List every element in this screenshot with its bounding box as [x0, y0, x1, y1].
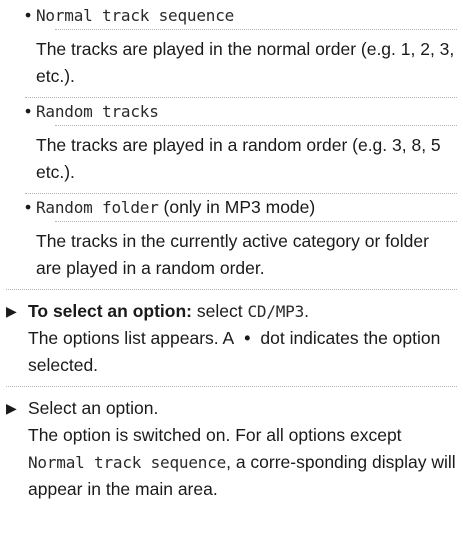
instruction-step-2: ▶ Select an option. The option is switch…	[6, 395, 457, 503]
option-description: The tracks are played in the normal orde…	[36, 39, 455, 86]
step-heading: To select an option:	[28, 301, 192, 321]
separator	[55, 29, 457, 30]
arrow-icon: ▶	[6, 400, 17, 416]
option-description: The tracks in the currently active categ…	[36, 231, 429, 278]
instruction-step-1: ▶ To select an option: select CD/MP3. Th…	[6, 298, 457, 379]
separator	[55, 125, 457, 126]
option-item-random-tracks: • Random tracks The tracks are played in…	[6, 98, 457, 186]
separator	[6, 386, 457, 387]
option-item-normal: • Normal track sequence The tracks are p…	[6, 2, 457, 90]
bullet-icon: •	[25, 101, 32, 121]
bullet-icon: •	[25, 197, 32, 217]
selection-dot-icon: •	[244, 328, 251, 348]
separator	[55, 221, 457, 222]
step-text: Select an option.	[28, 398, 159, 418]
manual-page: • Normal track sequence The tracks are p…	[0, 0, 463, 544]
menu-item-normal-track-sequence: Normal track sequence	[28, 453, 227, 472]
separator	[6, 289, 457, 290]
option-note: (only in MP3 mode)	[158, 197, 316, 217]
arrow-icon: ▶	[6, 303, 17, 319]
option-name: Normal track sequence	[36, 6, 235, 25]
option-name: Random tracks	[36, 102, 159, 121]
menu-item-cd-mp3: CD/MP3	[247, 302, 305, 321]
option-item-random-folder: • Random folder (only in MP3 mode) The t…	[6, 194, 457, 282]
bullet-icon: •	[25, 5, 32, 25]
option-name: Random folder	[36, 198, 159, 217]
option-description: The tracks are played in a random order …	[36, 135, 441, 182]
